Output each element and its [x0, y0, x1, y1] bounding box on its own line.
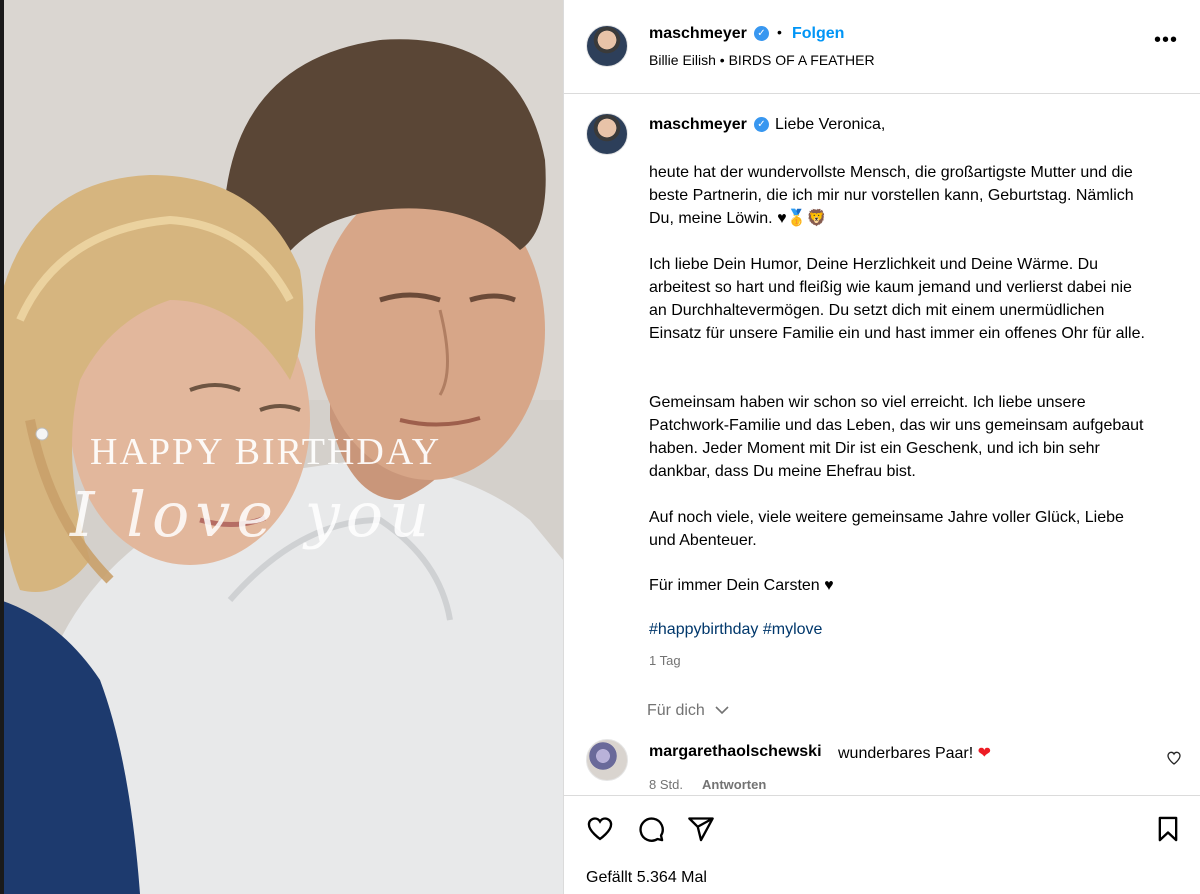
author-avatar[interactable]	[586, 25, 628, 67]
chevron-down-icon	[715, 706, 729, 715]
caption-paragraph: Für immer Dein Carsten ♥	[649, 577, 834, 594]
share-paper-plane-icon[interactable]	[687, 815, 715, 843]
comment-body: wunderbares Paar!	[838, 745, 974, 762]
comment-like-heart-icon[interactable]	[1166, 750, 1182, 766]
like-heart-icon[interactable]	[586, 815, 614, 843]
post-photo[interactable]: HAPPY BIRTHDAY I love you	[0, 0, 563, 894]
comment-bubble-icon[interactable]	[637, 815, 665, 843]
caption-author-avatar[interactable]	[586, 113, 628, 155]
overlay-i-love-you: I love you	[70, 478, 436, 551]
post-header: maschmeyer ✓ • Folgen Billie Eilish • BI…	[564, 0, 1200, 94]
red-heart-emoji-icon: ❤	[977, 745, 992, 762]
for-you-filter[interactable]: Für dich	[647, 702, 729, 720]
hashtag-link[interactable]: #happybirthday	[649, 621, 758, 638]
caption-username[interactable]: maschmeyer	[649, 116, 747, 134]
caption-verified-badge-icon: ✓	[754, 117, 769, 132]
caption-paragraph: Gemeinsam haben wir schon so viel erreic…	[649, 394, 1144, 480]
commenter-avatar[interactable]	[586, 739, 628, 781]
comment-text: wunderbares Paar! ❤	[838, 743, 991, 763]
comment-timestamp: 8 Std.	[649, 777, 683, 792]
caption-hashtags: #happybirthday #mylove	[649, 621, 822, 639]
music-track-link[interactable]: Billie Eilish • BIRDS OF A FEATHER	[649, 52, 875, 68]
overlay-happy-birthday: HAPPY BIRTHDAY	[90, 431, 442, 473]
more-options-icon[interactable]: •••	[1154, 30, 1178, 54]
follow-button[interactable]: Folgen	[792, 25, 844, 43]
comment-username[interactable]: margarethaolschewski	[649, 743, 822, 761]
verified-badge-icon: ✓	[754, 26, 769, 41]
author-username[interactable]: maschmeyer	[649, 25, 747, 43]
hashtag-link[interactable]: #mylove	[763, 621, 823, 638]
likes-count[interactable]: Gefällt 5.364 Mal	[586, 869, 707, 887]
caption-paragraph: heute hat der wundervollste Mensch, die …	[649, 164, 1134, 227]
post-timestamp[interactable]: 1 Tag	[649, 653, 681, 668]
post-action-bar: Gefällt 5.364 Mal	[564, 795, 1200, 894]
header-separator: •	[777, 24, 782, 40]
save-bookmark-icon[interactable]	[1154, 815, 1182, 843]
for-you-label: Für dich	[647, 702, 705, 719]
comment-reply-button[interactable]: Antworten	[702, 777, 766, 792]
post-side-panel: maschmeyer ✓ • Folgen Billie Eilish • BI…	[563, 0, 1200, 894]
photo-left-border	[0, 0, 4, 894]
caption-paragraph: Ich liebe Dein Humor, Deine Herzlichkeit…	[649, 256, 1145, 342]
caption-first-line: Liebe Veronica,	[775, 116, 886, 133]
caption-paragraph: Auf noch viele, viele weitere gemeinsame…	[649, 509, 1124, 549]
